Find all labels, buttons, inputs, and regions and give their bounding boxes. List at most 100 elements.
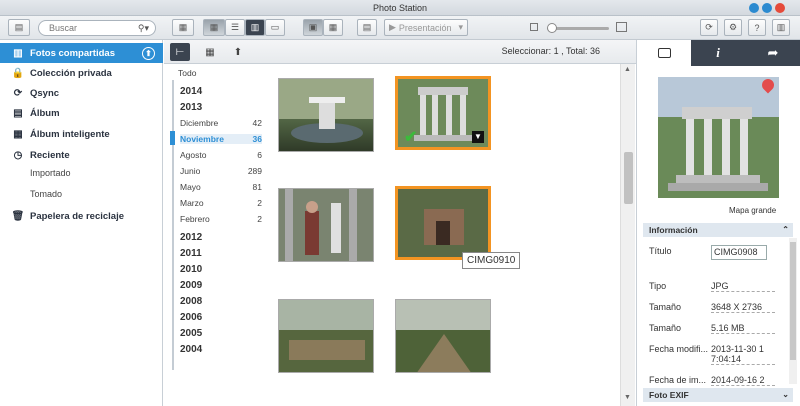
timeline-month[interactable]: Mayo 81 [180,182,262,192]
timeline-year[interactable]: 2014 [180,86,262,97]
timeline-all[interactable]: Todo [178,68,196,78]
list-view-button[interactable]: ☰ [225,19,245,36]
statue-photo [279,189,373,261]
search-input[interactable]: Buscar ⚲▾ [38,20,156,36]
scroll-down-icon[interactable]: ▼ [624,394,631,401]
timeline-panel: Todo 2014 2013 Diciembre 42 Noviembre 36 Agost… [164,64,268,406]
timeline-year[interactable]: 2011 [180,248,262,259]
zoom-slider-handle[interactable] [547,23,557,33]
photo-thumbnail-selected[interactable] [395,186,491,260]
details-panel: i ➦ Mapa grande Información ⌃ Título CIM… [636,40,800,406]
timeline-year[interactable]: 2013 [180,102,262,113]
album-icon: ▤ [13,107,23,119]
tab-share[interactable]: ➦ [745,40,800,66]
sidebar-item-label: Álbum inteligente [30,128,110,140]
ruins-photo [398,189,488,257]
sidebar-item-album[interactable]: ▤ Álbum [0,103,163,123]
photo-thumbnail-selected[interactable]: ✔ ▼ [395,76,491,150]
file-size-value: 5.16 MB [711,323,775,334]
help-button[interactable]: ? [748,19,766,36]
timeline-year[interactable]: 2004 [180,344,262,355]
video-filter-button[interactable]: ▦ [323,19,343,36]
timeline-icon[interactable]: ⊢ [170,43,190,61]
temple-preview [658,77,779,198]
timeline-year[interactable]: 2005 [180,328,262,339]
presentation-button[interactable]: ▶ Presentación ▾ [384,19,468,36]
sidebar-item-label: Colección privada [30,67,112,79]
timeline-month[interactable]: Febrero 2 [180,214,262,224]
presentation-label: Presentación [398,22,452,33]
timeline-label: Diciembre [180,118,219,128]
sidebar-item-label: Álbum [30,107,60,119]
sidebar-item-label: Fotos compartidas [30,47,115,59]
details-scrollbar[interactable] [789,238,797,384]
search-icon[interactable]: ⚲▾ [138,21,149,35]
calendar-icon[interactable]: ▦ [200,43,220,61]
timeline-label: 2014 [180,86,203,97]
thumbnail-view-button[interactable]: ▦ [203,19,225,36]
timeline-year[interactable]: 2006 [180,312,262,323]
info-panel-toggle-button[interactable]: ▥ [772,19,790,36]
timeline-month[interactable]: Marzo 2 [180,198,262,208]
title-field[interactable]: CIMG0908 [711,245,767,260]
zoom-in-icon[interactable] [616,22,627,32]
details-scrollbar-thumb[interactable] [790,242,796,360]
timeline-month[interactable]: Agosto 6 [180,150,262,160]
sidebar-item-private[interactable]: 🔒 Colección privada [0,63,163,83]
sidebar-item-qsync[interactable]: ⟳ Qsync [0,83,163,103]
timeline-year[interactable]: 2009 [180,280,262,291]
camera-icon [657,48,671,58]
sidebar-item-trash[interactable]: 🗑 Papelera de reciclaje [0,206,163,226]
maximize-icon[interactable] [762,3,772,13]
chevron-up-icon[interactable]: ⌃ [782,223,789,237]
upload-icon[interactable]: ⬆ [228,43,248,61]
sidebar-item-smart-album[interactable]: ▦ Álbum inteligente [0,124,163,144]
refresh-button[interactable]: ⟳ [700,19,718,36]
chevron-down-icon[interactable]: ⌄ [782,388,789,402]
info-section-header[interactable]: Información ⌃ [643,223,793,237]
sidebar-item-recent[interactable]: ◷ Reciente [0,145,163,165]
timeline-year[interactable]: 2012 [180,232,262,243]
sidebar-item-shared-photos[interactable]: ▥ Fotos compartidas ⬆ [0,43,163,63]
timeline-year[interactable]: 2008 [180,296,262,307]
timeline-month[interactable]: Noviembre 36 [180,134,262,144]
preview-image [658,77,779,198]
exif-section-header[interactable]: Foto EXIF ⌄ [643,388,793,402]
large-map-link[interactable]: Mapa grande [729,206,776,215]
scroll-up-icon[interactable]: ▲ [624,66,631,73]
share-icon[interactable]: ⬆ [142,46,155,60]
film-strip-button[interactable]: ▦ [172,19,194,36]
timeline-label: Junio [180,166,201,176]
timeline-month[interactable]: Junio 289 [180,166,262,176]
photo-thumbnail[interactable] [278,78,374,152]
zoom-slider[interactable] [547,23,609,33]
sidebar-subitem-taken[interactable]: Tomado [30,189,62,199]
slideshow-settings-button[interactable]: ▤ [357,19,377,36]
zoom-out-icon[interactable] [530,23,538,31]
tab-preview[interactable] [637,40,691,66]
lock-icon: 🔒 [11,67,25,79]
close-icon[interactable] [775,3,785,13]
dropdown-menu-icon[interactable]: ▼ [472,131,484,143]
sidebar-subitem-imported[interactable]: Importado [30,168,71,178]
timeline-view-button[interactable]: ▥ [245,19,265,36]
timeline-count: 36 [252,134,262,144]
field-label: Fecha de im... [649,375,707,385]
photo-thumbnail[interactable] [278,188,374,262]
photo-thumbnail[interactable] [395,299,491,373]
timeline-year[interactable]: 2010 [180,264,262,275]
grid-scrollbar[interactable]: ▲ ▼ [620,64,635,406]
settings-button[interactable]: ⚙ [724,19,742,36]
scrollbar-thumb[interactable] [624,152,633,204]
photo-tooltip: CIMG0910 [462,252,521,269]
minimize-icon[interactable] [749,3,759,13]
field-label: Fecha modifi... [649,344,709,354]
folder-view-button[interactable]: ▭ [265,19,285,36]
photo-filter-button[interactable]: ▣ [303,19,323,36]
tab-info[interactable]: i [691,40,745,66]
timeline-label: 2004 [180,344,203,355]
sidebar-toggle-button[interactable]: ▤ [8,19,30,36]
timeline-month[interactable]: Diciembre 42 [180,118,262,128]
photo-thumbnail[interactable] [278,299,374,373]
search-placeholder: Buscar [49,23,78,33]
